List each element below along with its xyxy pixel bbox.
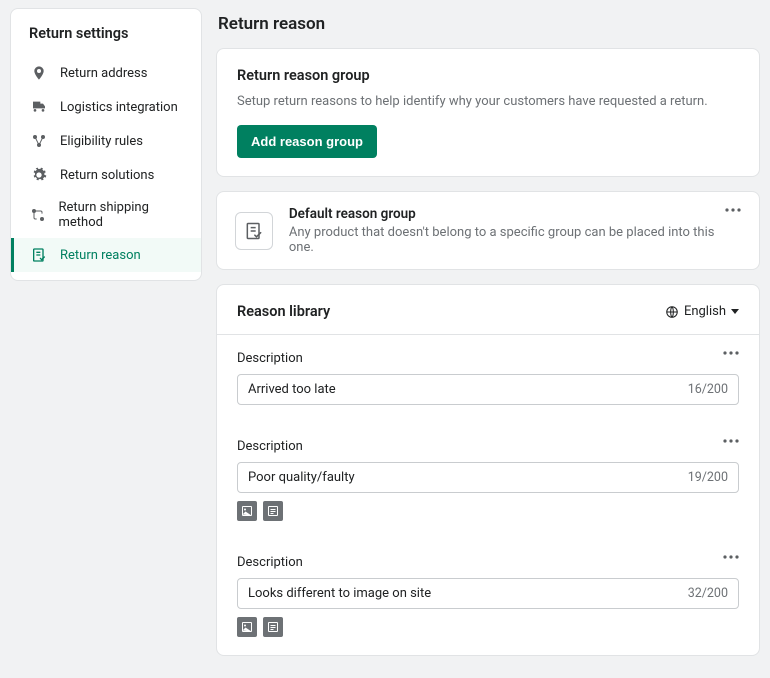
default-group-subtitle: Any product that doesn't belong to a spe… bbox=[289, 225, 741, 255]
char-count: 32/200 bbox=[688, 586, 728, 601]
page-title: Return reason bbox=[218, 14, 760, 34]
sidebar-item-label: Eligibility rules bbox=[60, 134, 143, 149]
sidebar-item-label: Return address bbox=[60, 66, 147, 81]
char-count: 19/200 bbox=[688, 470, 728, 485]
main-content: Return reason Return reason group Setup … bbox=[216, 8, 760, 670]
sidebar-item-label: Logistics integration bbox=[60, 100, 178, 115]
add-reason-group-button[interactable]: Add reason group bbox=[237, 125, 377, 158]
nodes-icon bbox=[30, 132, 48, 150]
sidebar-title: Return settings bbox=[29, 25, 201, 42]
reason-item: Description Poor quality/faulty 19/200 bbox=[217, 423, 759, 539]
description-label: Description bbox=[237, 351, 739, 366]
reason-library-card: Reason library English Description bbox=[216, 284, 760, 656]
default-group-card: Default reason group Any product that do… bbox=[216, 191, 760, 270]
description-input[interactable]: Poor quality/faulty 19/200 bbox=[237, 462, 739, 493]
sidebar-item-label: Return reason bbox=[60, 248, 141, 263]
reason-library-title: Reason library bbox=[237, 303, 330, 320]
sidebar-item-return-reason[interactable]: Return reason bbox=[11, 238, 201, 272]
globe-icon bbox=[665, 305, 679, 319]
sidebar: Return settings Return address Logistics… bbox=[10, 8, 202, 281]
image-icon[interactable] bbox=[237, 617, 257, 637]
sidebar-item-solutions[interactable]: Return solutions bbox=[11, 158, 201, 192]
sidebar-item-label: Return solutions bbox=[60, 168, 154, 183]
description-input[interactable]: Looks different to image on site 32/200 bbox=[237, 578, 739, 609]
sidebar-item-logistics[interactable]: Logistics integration bbox=[11, 90, 201, 124]
pin-icon bbox=[30, 64, 48, 82]
sidebar-item-eligibility[interactable]: Eligibility rules bbox=[11, 124, 201, 158]
reason-group-title: Return reason group bbox=[237, 67, 739, 84]
caret-down-icon bbox=[731, 309, 739, 314]
reason-menu-button[interactable] bbox=[721, 553, 741, 561]
reason-group-subtitle: Setup return reasons to help identify wh… bbox=[237, 94, 739, 109]
text-icon[interactable] bbox=[263, 501, 283, 521]
sidebar-item-label: Return shipping method bbox=[58, 200, 185, 230]
document-check-icon bbox=[235, 212, 273, 250]
reason-menu-button[interactable] bbox=[721, 349, 741, 357]
description-label: Description bbox=[237, 555, 739, 570]
reason-item: Description Arrived too late 16/200 bbox=[217, 335, 759, 423]
reason-group-card: Return reason group Setup return reasons… bbox=[216, 48, 760, 177]
sidebar-item-shipping[interactable]: Return shipping method bbox=[11, 192, 201, 238]
reason-item: Description Looks different to image on … bbox=[217, 539, 759, 655]
default-group-menu-button[interactable] bbox=[721, 204, 745, 216]
description-input[interactable]: Arrived too late 16/200 bbox=[237, 374, 739, 405]
image-icon[interactable] bbox=[237, 501, 257, 521]
route-icon bbox=[30, 206, 46, 224]
reason-menu-button[interactable] bbox=[721, 437, 741, 445]
language-label: English bbox=[684, 304, 726, 319]
truck-icon bbox=[30, 98, 48, 116]
description-label: Description bbox=[237, 439, 739, 454]
char-count: 16/200 bbox=[688, 382, 728, 397]
input-value: Arrived too late bbox=[248, 382, 688, 397]
document-check-icon bbox=[30, 246, 48, 264]
language-selector[interactable]: English bbox=[665, 304, 739, 319]
sidebar-item-return-address[interactable]: Return address bbox=[11, 56, 201, 90]
input-value: Poor quality/faulty bbox=[248, 470, 688, 485]
input-value: Looks different to image on site bbox=[248, 586, 688, 601]
default-group-title: Default reason group bbox=[289, 206, 741, 222]
gear-icon bbox=[30, 166, 48, 184]
text-icon[interactable] bbox=[263, 617, 283, 637]
